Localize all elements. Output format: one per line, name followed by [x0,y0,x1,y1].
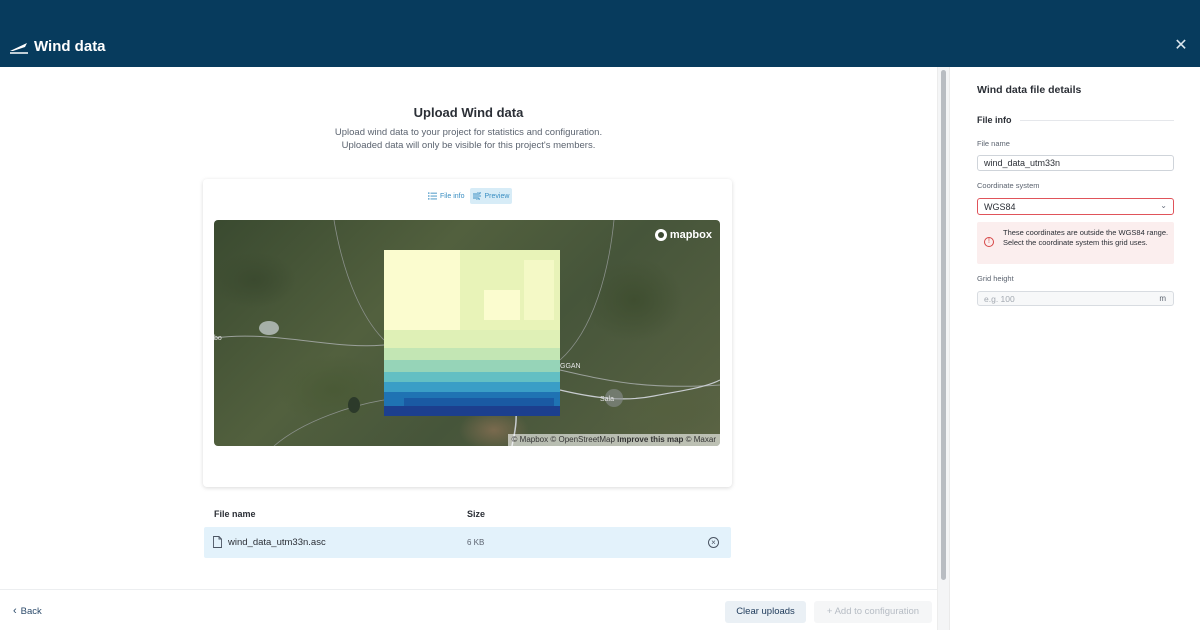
grid-height-label: Grid height [977,274,1014,283]
tab-preview-label: Preview [484,192,510,200]
close-icon[interactable]: ✕ [1173,38,1189,54]
place-label: GGAN [560,363,581,370]
wind-logo-icon [10,43,28,54]
place-label: Sala [600,396,615,403]
tab-file-info[interactable]: File info [425,188,468,204]
tab-file-info-label: File info [440,192,465,200]
upload-main: Upload Wind data Upload wind data to you… [0,67,937,589]
mapbox-logo[interactable]: mapbox [654,229,712,241]
file-name-field[interactable]: wind_data_utm33n [977,155,1174,171]
column-header-file-name: File name [214,509,256,519]
mapbox-logo-text: mapbox [669,229,712,241]
upload-desc-line-1: Upload wind data to your project for sta… [334,127,603,138]
panel-title: Wind data file details [977,84,1082,96]
column-header-size: Size [467,509,486,519]
alert-text: These coordinates are outside the WGS84 … [1003,228,1169,247]
section-divider [1020,120,1174,121]
mapbox-icon [654,229,667,241]
upload-description: Upload wind data to your project for sta… [0,126,937,152]
attribution-maxar: © Maxar [683,435,716,444]
add-to-configuration-label: Add to configuration [834,606,920,617]
app-header: Wind data ✕ [0,0,1200,67]
chevron-down-icon: ⌄ [1160,201,1167,210]
place-label: bo [214,335,222,342]
back-button[interactable]: ‹ Back [13,605,42,617]
tab-preview[interactable]: Preview [469,188,513,204]
footer-bar: ‹ Back Clear uploads + Add to configurati… [0,589,937,630]
alert-icon: ! [984,237,994,247]
section-heading: File info [977,115,1012,125]
wind-grid-overlay [384,250,560,416]
coordinate-system-select[interactable]: WGS84 ⌄ [977,198,1174,215]
page-title: Wind data [34,38,106,55]
grid-height-unit: m [1159,294,1166,303]
back-button-label: Back [20,606,42,617]
file-size-cell: 6 KB [467,538,485,547]
remove-file-icon[interactable]: × [708,537,719,548]
list-icon [428,192,437,200]
chevron-left-icon: ‹ [13,605,17,617]
file-name-cell: wind_data_utm33n.asc [228,537,326,548]
wind-icon [472,192,481,200]
scrollbar[interactable] [937,67,949,630]
grid-height-input[interactable]: e.g. 100 m [977,291,1174,306]
view-toggle: File info Preview [425,188,513,204]
scrollbar-thumb[interactable] [941,70,946,580]
plus-icon: + [826,606,833,617]
file-details-panel: Wind data file details File info File na… [949,67,1200,630]
file-icon [213,536,222,548]
attribution-text: © Mapbox © OpenStreetMap [511,435,618,444]
add-to-configuration-button[interactable]: + Add to configuration [814,601,932,623]
coordinate-system-label: Coordinate system [977,181,1040,190]
upload-title: Upload Wind data [413,105,524,120]
preview-card: File info Preview bo GGAN Sala mapbox © … [203,179,732,487]
table-row[interactable]: wind_data_utm33n.asc 6 KB × [204,527,731,558]
map-preview[interactable]: bo GGAN Sala mapbox © Mapbox © OpenStree… [214,220,720,446]
upload-desc-line-2: Uploaded data will only be visible for t… [341,140,596,151]
error-alert: ! These coordinates are outside the WGS8… [977,222,1174,264]
file-name-label: File name [977,139,1010,148]
improve-map-link[interactable]: Improve this map [617,435,683,444]
grid-height-placeholder: e.g. 100 [984,294,1015,304]
map-attribution: © Mapbox © OpenStreetMap Improve this ma… [507,434,720,446]
clear-uploads-button[interactable]: Clear uploads [725,601,806,623]
coordinate-system-value: WGS84 [984,202,1016,212]
